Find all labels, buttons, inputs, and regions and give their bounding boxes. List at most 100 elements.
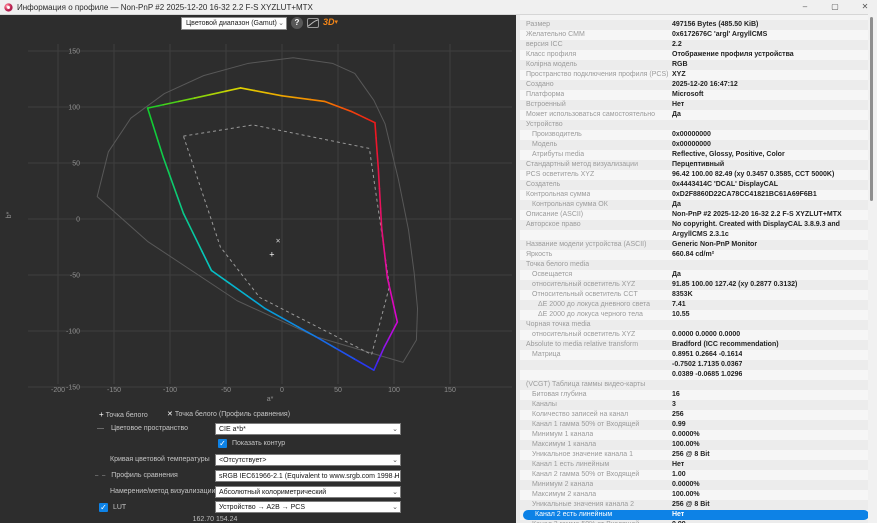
help-button[interactable]: ?: [291, 17, 303, 29]
property-row[interactable]: Уникальные значения канала 2 256 @ 8 Bit: [520, 500, 877, 510]
svg-text:-150: -150: [107, 387, 121, 394]
property-row[interactable]: Встроенный Нет: [520, 100, 877, 110]
property-row[interactable]: Канал 2 есть линейным Нет: [523, 510, 869, 520]
property-value: 497156 Bytes (485.50 KiB): [672, 21, 759, 28]
scrollbar-thumb[interactable]: [870, 17, 873, 201]
property-row[interactable]: Максимум 1 канала 100.00%: [520, 440, 877, 450]
property-row[interactable]: Желательно CMM 0x6172676C 'argl' ArgyllCM…: [520, 30, 877, 40]
property-label: Пространство подключения профиля (PCS): [526, 71, 669, 78]
svg-text:-50: -50: [221, 387, 231, 394]
property-row[interactable]: Может использоваться самостоятельно Да: [520, 110, 877, 120]
minimize-button[interactable]: –: [799, 0, 811, 14]
property-value: 0x00000000: [672, 131, 711, 138]
property-row[interactable]: ΔE 2000 до локуса дневного света 7.41: [520, 300, 877, 310]
property-row[interactable]: Контрольная сумма 0xD2F8860D22CA78CC41821…: [520, 190, 877, 200]
property-value: 1.00: [672, 471, 686, 478]
property-row[interactable]: Уникальное значение канала 1 256 @ 8 Bit: [520, 450, 877, 460]
property-row[interactable]: Освещается Да: [520, 270, 877, 280]
property-row[interactable]: Точка белого media: [520, 260, 877, 270]
comparison-row: – – Профиль сравнения: [95, 472, 178, 479]
snapshot-icon[interactable]: [307, 18, 319, 28]
lut-checkbox[interactable]: ✓: [99, 503, 108, 512]
svg-text:150: 150: [68, 49, 80, 56]
show-outline-row: ✓ Показать контур: [218, 439, 285, 448]
temp-curve-select[interactable]: <Отсутствует> ⌄: [215, 454, 401, 466]
property-row[interactable]: Каналы 3: [520, 400, 877, 410]
svg-text:100: 100: [388, 387, 400, 394]
svg-text:150: 150: [444, 387, 456, 394]
property-row[interactable]: 0.0389 -0.0685 1.0296: [520, 370, 877, 380]
property-row[interactable]: ArgyllCMS 2.3.1c: [520, 230, 877, 240]
property-label: Контрольная сумма ОК: [532, 201, 608, 208]
property-row[interactable]: Канал 1 есть линейным Нет: [520, 460, 877, 470]
property-label: Битовая глубина: [532, 391, 587, 398]
property-row[interactable]: Описание (ASCII) Non-PnP #2 2025-12-20 16…: [520, 210, 877, 220]
property-row[interactable]: Absolute to media relative transform Brad…: [520, 340, 877, 350]
gamut-view-select[interactable]: Цветовой диапазон (Gamut) ⌄: [181, 17, 287, 30]
property-row[interactable]: -0.7502 1.7135 0.0367: [520, 360, 877, 370]
property-label: Уникальное значение канала 1: [532, 451, 633, 458]
property-value: 0.0000 0.0000 0.0000: [672, 331, 741, 338]
property-row[interactable]: PCS осветитель XYZ 96.42 100.00 82.49 (xy…: [520, 170, 877, 180]
property-label: Яркость: [526, 251, 553, 258]
property-value: 0.0000%: [672, 431, 700, 438]
property-row[interactable]: Колірна модель RGB: [520, 60, 877, 70]
property-label: Канал 1 гамма 50% от Входящей: [532, 421, 640, 428]
property-value: 0xD2F8860D22CA78CC41821BC61A69F6B1: [672, 191, 817, 198]
property-row[interactable]: Создатель 0x4443414C 'DCAL' DisplayCAL: [520, 180, 877, 190]
property-row[interactable]: Класс профиля Отображение профиля устройс…: [520, 50, 877, 60]
property-row[interactable]: Битовая глубина 16: [520, 390, 877, 400]
property-row[interactable]: Производитель 0x00000000: [520, 130, 877, 140]
property-row[interactable]: версия ICC 2.2: [520, 40, 877, 50]
maximize-button[interactable]: ▢: [829, 0, 841, 14]
property-row[interactable]: Канал 1 гамма 50% от Входящей 0.99: [520, 420, 877, 430]
lut-select[interactable]: Устройство → A2B → PCS ⌄: [215, 501, 401, 513]
comparison-profile-select[interactable]: sRGB IEC61966-2.1 (Equivalent to www.srg…: [215, 470, 401, 482]
close-button[interactable]: ✕: [859, 0, 871, 14]
property-value: Non-PnP #2 2025-12-20 16-32 2.2 F-S XYZL…: [672, 211, 842, 218]
property-row[interactable]: Относительный осветитель CCT 8353K: [520, 290, 877, 300]
property-row[interactable]: Стандартный метод визуализации Перцептивн…: [520, 160, 877, 170]
property-row[interactable]: Размер 497156 Bytes (485.50 KiB): [520, 20, 877, 30]
legend-whitepoint-label: Точка белого: [105, 412, 148, 419]
solid-line-icon: —: [97, 425, 105, 432]
colorspace-select[interactable]: CIE a*b* ⌄: [215, 423, 401, 435]
property-row[interactable]: Чорная точка media: [520, 320, 877, 330]
property-row[interactable]: Канал 2 гамма 50% от Входящей 1.00: [520, 470, 877, 480]
property-row[interactable]: Атрибуты media Reflective, Glossy, Positi…: [520, 150, 877, 160]
property-label: версия ICC: [526, 41, 563, 48]
property-row[interactable]: Модель 0x00000000: [520, 140, 877, 150]
property-row[interactable]: Устройство: [520, 120, 877, 130]
property-row[interactable]: относительный осветитель XYZ 91.85 100.00…: [520, 280, 877, 290]
property-row[interactable]: Матрица 0.8951 0.2664 -0.1614: [520, 350, 877, 360]
svg-text:-150: -150: [66, 385, 80, 392]
property-value: 256: [672, 411, 684, 418]
gamut-plot[interactable]: -150-100-50050100150-200 -150 -100 -50 0 50 10…: [0, 32, 516, 408]
property-row[interactable]: Пространство подключения профиля (PCS) XY…: [520, 70, 877, 80]
show-outline-checkbox[interactable]: ✓: [218, 439, 227, 448]
property-row[interactable]: Минимум 2 канала 0.0000%: [520, 480, 877, 490]
property-row[interactable]: Минимум 1 канала 0.0000%: [520, 430, 877, 440]
property-row[interactable]: Контрольная сумма ОК Да: [520, 200, 877, 210]
property-row[interactable]: Авторское право No copyright. Created wit…: [520, 220, 877, 230]
view-3d-button[interactable]: 3D▾: [323, 17, 338, 27]
property-row[interactable]: Название модели устройства (ASCII) Generi…: [520, 240, 877, 250]
gamut-view-select-value: Цветовой диапазон (Gamut): [186, 20, 277, 27]
property-value: Generic Non-PnP Monitor: [672, 241, 758, 248]
property-row[interactable]: Создано 2025-12-20 16:47:12: [520, 80, 877, 90]
property-row[interactable]: Платформа Microsoft: [520, 90, 877, 100]
rendering-intent-select[interactable]: Абсолютный колориметрический ⌄: [215, 486, 401, 498]
property-label: Относительный осветитель CCT: [532, 291, 638, 298]
property-label: относительный осветитель XYZ: [532, 281, 636, 288]
lut-label: LUT: [112, 504, 127, 512]
property-row[interactable]: Яркость 660.84 cd/m²: [520, 250, 877, 260]
property-value: RGB: [672, 61, 688, 68]
property-row[interactable]: Максимум 2 канала 100.00%: [520, 490, 877, 500]
property-label: Максимум 1 канала: [532, 441, 597, 448]
property-row[interactable]: относительный осветитель XYZ 0.0000 0.000…: [520, 330, 877, 340]
property-row[interactable]: (VCGT) Таблица гаммы видео-карты: [520, 380, 877, 390]
property-row[interactable]: Количество записей на канал 256: [520, 410, 877, 420]
property-row[interactable]: ΔE 2000 до локуса черного тела 10.55: [520, 310, 877, 320]
colorspace-label: Цветовое пространство: [110, 425, 188, 432]
property-label: Канал 1 есть линейным: [532, 461, 610, 468]
